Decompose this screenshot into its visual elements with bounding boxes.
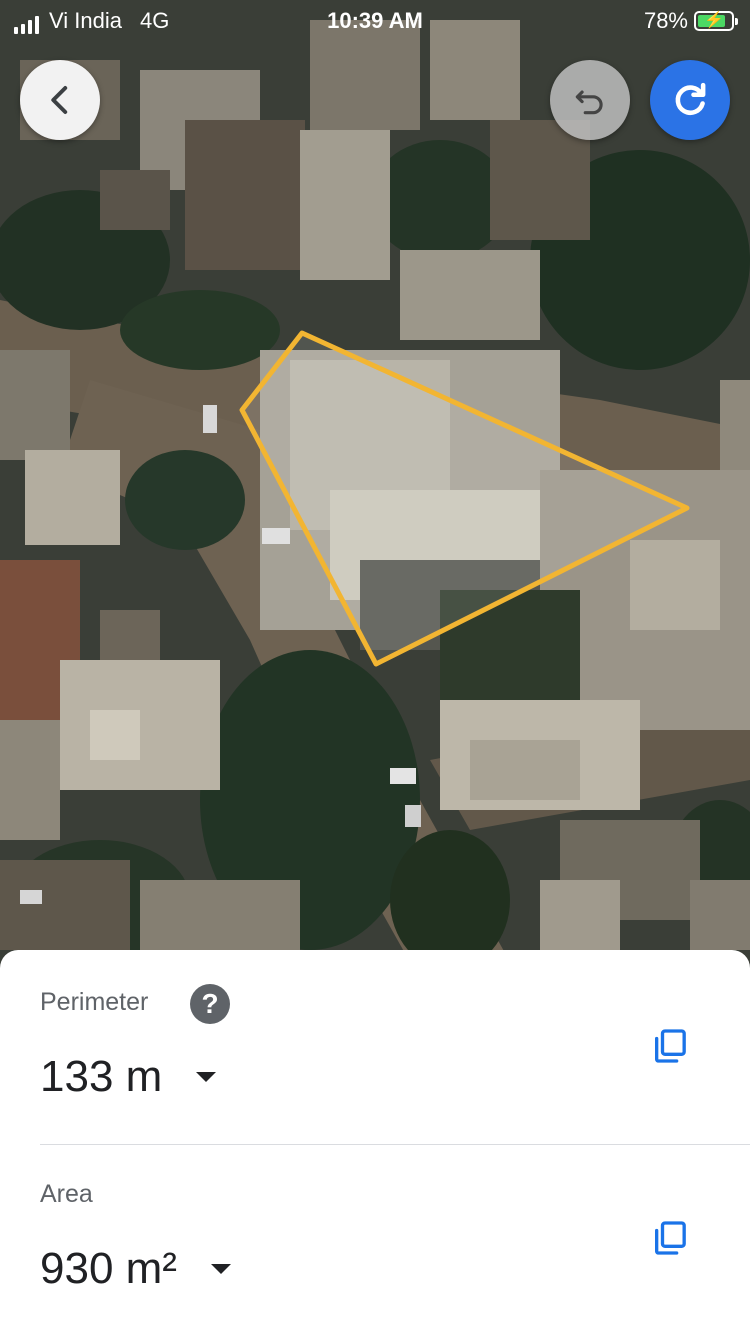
battery-percent: 78% xyxy=(643,8,688,33)
battery-icon: ⚡ xyxy=(694,11,738,31)
help-icon[interactable]: ? xyxy=(190,984,230,1024)
divider xyxy=(40,1144,750,1145)
dropdown-arrow-icon xyxy=(196,1072,217,1082)
status-bar: Vi India 4G 10:39 AM 78% ⚡ xyxy=(0,0,750,40)
status-time: 10:39 AM xyxy=(327,8,423,33)
perimeter-value: 133 m xyxy=(40,1052,163,1101)
satellite-map[interactable] xyxy=(0,0,750,980)
undo-button[interactable] xyxy=(550,60,630,140)
area-value-dropdown[interactable]: 930 m² xyxy=(40,1244,231,1294)
area-label: Area xyxy=(40,1180,93,1208)
redo-icon xyxy=(675,82,706,115)
redo-button[interactable] xyxy=(650,60,730,140)
perimeter-value-dropdown[interactable]: 133 m xyxy=(40,1052,217,1102)
undo-icon xyxy=(575,90,603,115)
chevron-left-icon xyxy=(51,86,68,114)
measure-outline[interactable] xyxy=(0,0,750,980)
back-button[interactable] xyxy=(20,60,100,140)
copy-icon[interactable] xyxy=(650,1026,690,1066)
copy-icon[interactable] xyxy=(650,1218,690,1258)
dropdown-arrow-icon xyxy=(210,1264,231,1274)
area-value: 930 m² xyxy=(40,1244,177,1293)
perimeter-label: Perimeter xyxy=(40,988,149,1016)
